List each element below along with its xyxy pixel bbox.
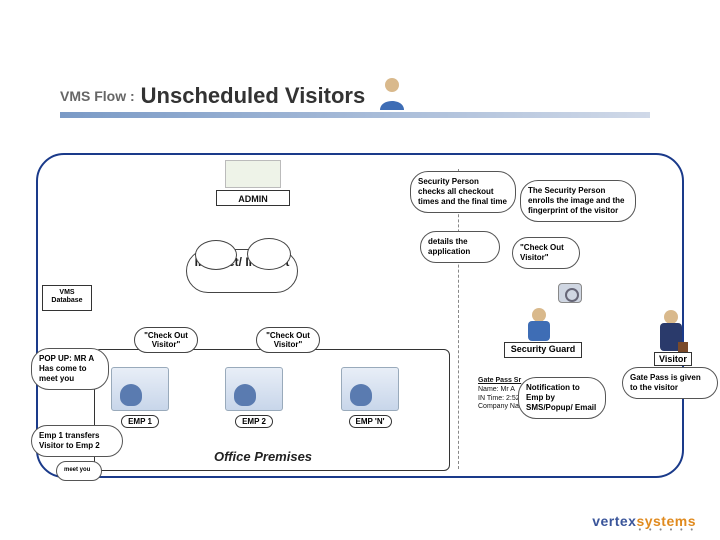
employee-1-label: EMP 1 (121, 415, 159, 428)
employee-n: EMP 'N' (340, 367, 400, 429)
vertical-divider (458, 169, 459, 469)
checkout-visitor-bubble-1: "Check Out Visitor" (134, 327, 198, 353)
workstation-icon (341, 367, 399, 411)
admin-label: ADMIN (216, 190, 290, 206)
security-guard-icon (514, 305, 564, 345)
office-premises-label: Office Premises (214, 449, 312, 464)
person-icon (377, 76, 407, 115)
transfer-bubble: Emp 1 transfers Visitor to Emp 2 (31, 425, 123, 457)
admin-illustration (225, 160, 281, 188)
camera-icon (558, 283, 582, 303)
diagram-stage: ADMIN Internet/ Intranet VMS Database Of… (36, 153, 684, 478)
details-bubble: details the application (420, 231, 500, 263)
footer-logo: vertexsystems • • • • • • (592, 513, 696, 534)
network-label: Internet/ Intranet (195, 255, 290, 269)
title-prefix: VMS Flow : (60, 88, 135, 104)
meet-you-bubble: meet you (56, 461, 102, 481)
visitor-icon (650, 308, 692, 358)
employee-n-label: EMP 'N' (349, 415, 392, 428)
network-cloud: Internet/ Intranet (186, 249, 298, 293)
notification-bubble: Notification to Emp by SMS/Popup/ Email (518, 377, 606, 419)
workstation-icon (225, 367, 283, 411)
security-check-bubble: Security Person checks all checkout time… (410, 171, 516, 213)
workstation-icon (111, 367, 169, 411)
visitor-label: Visitor (654, 352, 692, 366)
employee-2: EMP 2 (224, 367, 284, 429)
title-main: Unscheduled Visitors (141, 83, 366, 109)
popup-bubble: POP UP: MR A Has come to meet you (31, 348, 109, 390)
slide-title: VMS Flow : Unscheduled Visitors (60, 76, 407, 115)
security-guard-label: Security Guard (504, 342, 582, 358)
employee-2-label: EMP 2 (235, 415, 273, 428)
gate-pass-given-bubble: Gate Pass is given to the visitor (622, 367, 718, 399)
enroll-bubble: The Security Person enrolls the image an… (520, 180, 636, 222)
vms-database-label: VMS Database (42, 285, 92, 311)
checkout-visitor-bubble-2: "Check Out Visitor" (256, 327, 320, 353)
employee-1: EMP 1 (110, 367, 170, 429)
title-divider (60, 112, 650, 118)
checkout-visitor-bubble-right: "Check Out Visitor" (512, 237, 580, 269)
